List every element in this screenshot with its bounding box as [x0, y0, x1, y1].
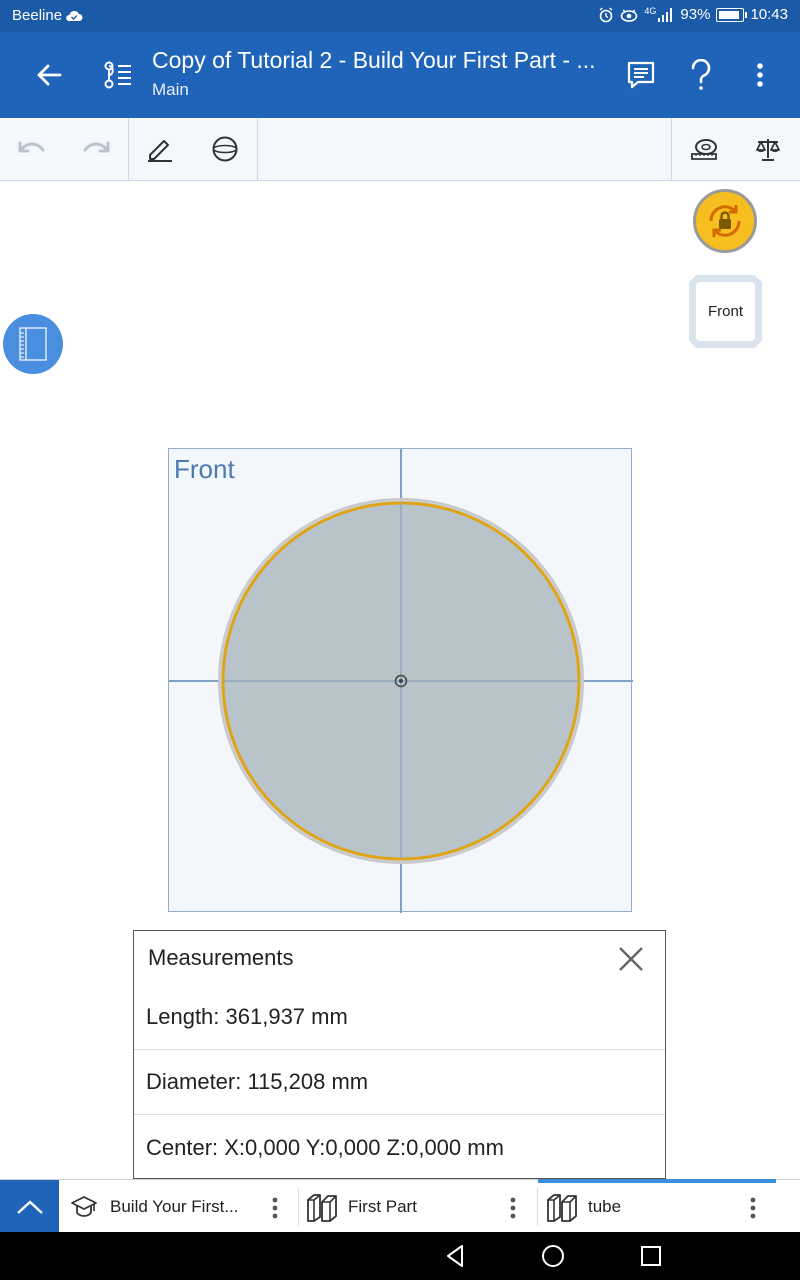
more-vertical-icon: [757, 63, 763, 87]
more-vertical-icon[interactable]: [750, 1197, 756, 1219]
measurements-title: Measurements: [148, 945, 294, 970]
recents-square-icon[interactable]: [637, 1242, 665, 1270]
mass-properties-button[interactable]: [744, 126, 792, 172]
workspace-name: Main: [152, 80, 189, 99]
clock: 10:43: [750, 6, 788, 23]
carrier: Beeline: [12, 7, 83, 24]
arrow-left-icon: [37, 64, 62, 86]
scale-balance-icon: [756, 139, 780, 161]
tab-build-your-first[interactable]: Build Your First...: [66, 1180, 298, 1233]
feature-list-button[interactable]: [92, 50, 142, 100]
cloud-check-icon: [66, 10, 83, 21]
chevron-up-icon: [16, 1199, 43, 1214]
alarm-icon: [599, 6, 613, 22]
measurements-panel: Measurements Length: 361,937 mm Diameter…: [133, 930, 666, 1179]
home-circle-icon[interactable]: [539, 1242, 567, 1270]
side-panel-button[interactable]: [3, 314, 63, 374]
view-cube[interactable]: Front: [689, 275, 762, 348]
lock-rotate-icon: [709, 205, 741, 237]
measure-button[interactable]: [680, 126, 728, 172]
help-button[interactable]: [676, 50, 726, 100]
more-vertical-icon[interactable]: [272, 1197, 278, 1219]
plane-label: Front: [174, 454, 235, 484]
feature-tree-icon: [104, 61, 131, 89]
battery-percent: 93%: [680, 6, 711, 23]
question-icon: [691, 59, 711, 90]
signal-icon: [658, 7, 673, 22]
eye-icon: [621, 8, 638, 22]
tab-label: tube: [588, 1196, 622, 1216]
toolbar: [0, 118, 800, 181]
graduation-cap-icon: [66, 1190, 102, 1224]
carrier-name: Beeline: [12, 7, 63, 24]
sphere-icon: [212, 136, 238, 162]
part-studio-icon: [304, 1190, 340, 1224]
measurement-diameter: Diameter: 115,208 mm: [134, 1050, 665, 1115]
tab-label: Build Your First...: [110, 1196, 239, 1216]
pencil-icon: [148, 140, 172, 162]
ruler-panel-icon: [19, 327, 47, 361]
rotation-lock-button[interactable]: [693, 189, 757, 253]
expand-tabs-button[interactable]: [0, 1180, 59, 1233]
status-icons: 4G 93% 10:43: [598, 6, 788, 23]
sketch-canvas[interactable]: [169, 449, 633, 913]
solid-feature-button[interactable]: [201, 126, 249, 172]
more-vertical-icon[interactable]: [510, 1197, 516, 1219]
battery-icon: [716, 7, 748, 22]
tab-first-part[interactable]: First Part: [304, 1180, 536, 1233]
front-plane[interactable]: Front: [168, 448, 633, 913]
app-bar: Copy of Tutorial 2 - Build Your First Pa…: [0, 32, 800, 118]
part-studio-icon: [544, 1190, 580, 1224]
network-type: 4G: [644, 5, 657, 16]
comments-button[interactable]: [616, 50, 666, 100]
tab-label: First Part: [348, 1196, 417, 1216]
tape-measure-icon: [691, 139, 717, 160]
document-title: Copy of Tutorial 2 - Build Your First Pa…: [152, 47, 596, 73]
comment-icon: [627, 61, 655, 89]
redo-button[interactable]: [72, 126, 120, 172]
tab-tube[interactable]: tube: [538, 1179, 776, 1233]
status-bar: Beeline 4G 93% 10:43: [0, 0, 800, 32]
close-icon: [619, 947, 643, 971]
document-tabs: Build Your First... First Part tube: [0, 1179, 800, 1233]
measurement-length: Length: 361,937 mm: [134, 985, 665, 1050]
redo-icon: [83, 141, 110, 153]
measurement-center: Center: X:0,000 Y:0,000 Z:0,000 mm: [146, 1134, 504, 1160]
undo-icon: [18, 141, 45, 153]
back-button[interactable]: [24, 50, 74, 100]
sketch-button[interactable]: [136, 126, 184, 172]
view-cube-face[interactable]: Front: [696, 282, 755, 341]
back-triangle-icon[interactable]: [442, 1242, 470, 1270]
system-nav-bar: [0, 1232, 800, 1280]
close-measurements-button[interactable]: [615, 943, 647, 975]
undo-button[interactable]: [8, 126, 56, 172]
overflow-menu-button[interactable]: [735, 50, 785, 100]
